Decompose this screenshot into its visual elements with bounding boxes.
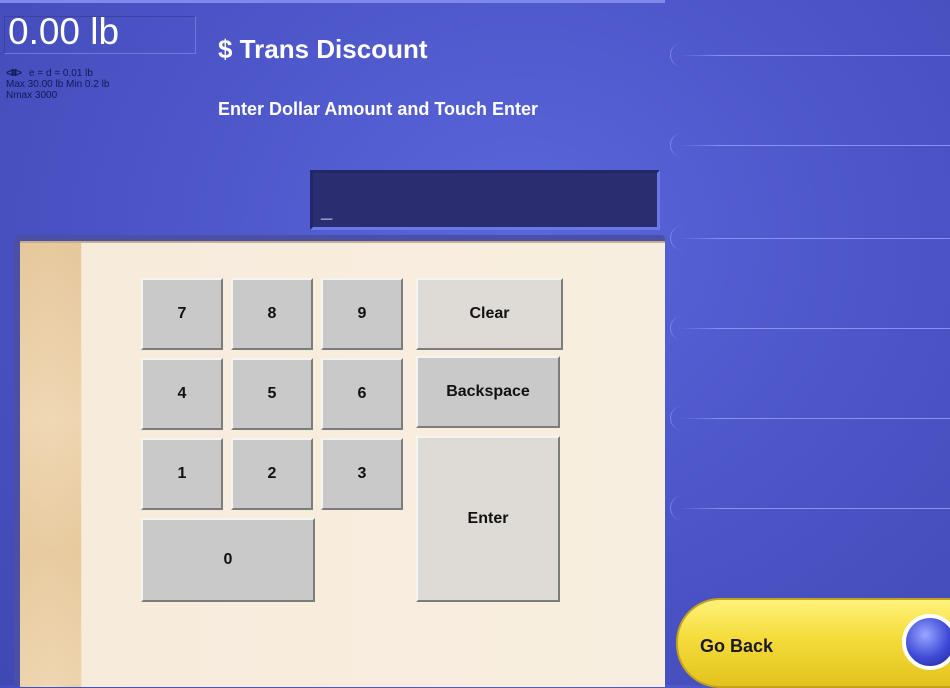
scale-division-text: e = d = 0.01 lb	[29, 68, 93, 79]
key-4[interactable]: 4	[141, 358, 223, 430]
scale-nmax-text: Nmax 3000	[6, 90, 58, 101]
scale-capacity-text: Max 30.00 lb Min 0.2 lb	[6, 79, 110, 90]
go-back-label: Go Back	[700, 636, 774, 656]
amount-entry-field[interactable]: _	[310, 170, 660, 230]
key-9[interactable]: 9	[321, 278, 403, 350]
top-divider	[0, 0, 665, 3]
side-rail	[670, 316, 950, 340]
scale-weight-readout: 0.00 lb	[8, 11, 120, 52]
key-0[interactable]: 0	[141, 518, 315, 602]
scale-accuracy-icon: <III>	[6, 68, 22, 79]
key-3[interactable]: 3	[321, 438, 403, 510]
panel-decor-strip	[20, 243, 81, 685]
side-rail	[670, 226, 950, 250]
backspace-button[interactable]: Backspace	[416, 356, 560, 428]
side-rail	[670, 406, 950, 430]
side-rail	[670, 496, 950, 520]
page-title: $ Trans Discount	[218, 34, 428, 64]
go-back-button[interactable]: Go Back	[676, 598, 950, 688]
go-back-knob-icon	[902, 614, 950, 670]
side-rail	[670, 43, 950, 67]
key-1[interactable]: 1	[141, 438, 223, 510]
key-6[interactable]: 6	[321, 358, 403, 430]
key-2[interactable]: 2	[231, 438, 313, 510]
key-7[interactable]: 7	[141, 278, 223, 350]
enter-button[interactable]: Enter	[416, 436, 560, 602]
scale-info: <III> e = d = 0.01 lb Max 30.00 lb Min 0.…	[6, 68, 109, 101]
entry-cursor: _	[321, 200, 333, 222]
instruction-text: Enter Dollar Amount and Touch Enter	[218, 99, 539, 119]
key-8[interactable]: 8	[231, 278, 313, 350]
side-rail	[670, 133, 950, 157]
clear-button[interactable]: Clear	[416, 278, 563, 350]
key-5[interactable]: 5	[231, 358, 313, 430]
